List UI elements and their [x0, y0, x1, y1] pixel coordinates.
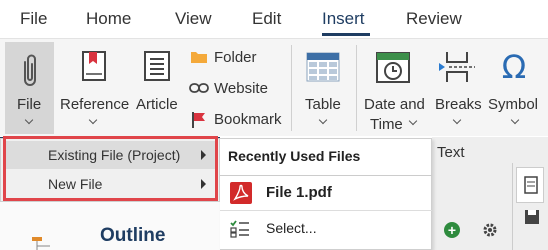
outline-title: Outline — [100, 225, 166, 246]
website-label: Website — [214, 80, 268, 97]
menu-view[interactable]: View — [175, 9, 212, 29]
recent-files-title: Recently Used Files — [228, 148, 361, 164]
article-button[interactable]: Article — [132, 42, 182, 134]
side-panel-button[interactable] — [516, 167, 544, 203]
book-bookmark-icon — [82, 51, 106, 81]
website-button[interactable]: Website — [186, 76, 286, 102]
active-tab-underline — [322, 33, 370, 36]
file-label: File — [17, 96, 42, 113]
paperclip-icon — [24, 54, 36, 86]
reference-label: Reference — [60, 96, 130, 113]
menu-bar: File Home View Edit Insert Review — [0, 0, 548, 38]
reference-button[interactable]: Reference — [58, 42, 130, 134]
link-icon — [189, 83, 209, 93]
file-button[interactable]: File — [5, 42, 54, 134]
select-label: Select... — [266, 220, 317, 236]
folder-label: Folder — [214, 49, 257, 66]
article-label: Article — [136, 96, 178, 113]
recent-file-name: File 1.pdf — [266, 184, 332, 201]
divider — [512, 163, 513, 250]
ribbon: File Reference Article Folder Website Bo… — [0, 38, 548, 136]
ribbon-separator — [291, 45, 292, 131]
outline-tree-icon — [32, 237, 50, 250]
page-break-icon — [439, 52, 475, 82]
symbol-label: Symbol — [488, 96, 539, 113]
menu-file[interactable]: File — [20, 9, 47, 29]
chevron-down-icon — [88, 115, 98, 125]
chevron-down-icon — [318, 115, 328, 125]
table-button[interactable]: Table — [298, 42, 350, 134]
chevron-down-icon — [24, 115, 34, 125]
document-icon — [524, 176, 538, 194]
select-file-item[interactable]: Select... — [220, 211, 432, 247]
ribbon-separator — [356, 45, 357, 131]
bookmark-button[interactable]: Bookmark — [186, 107, 286, 133]
menu-home[interactable]: Home — [86, 9, 131, 29]
menu-insert[interactable]: Insert — [322, 9, 365, 29]
symbol-button[interactable]: Ω Symbol — [486, 42, 544, 134]
gear-icon[interactable] — [481, 221, 499, 239]
bookmark-flag-icon — [192, 112, 205, 128]
checklist-icon — [230, 220, 249, 238]
table-icon — [306, 52, 340, 82]
breaks-button[interactable]: Breaks — [432, 42, 484, 134]
save-icon[interactable] — [524, 209, 540, 225]
chevron-down-icon — [510, 115, 520, 125]
highlight-box — [3, 136, 218, 201]
chevron-down-icon — [408, 116, 418, 126]
omega-icon: Ω — [502, 50, 526, 82]
table-label: Table — [305, 96, 341, 113]
text-group-label: Text — [437, 144, 465, 161]
menu-edit[interactable]: Edit — [252, 9, 281, 29]
add-icon[interactable]: + — [444, 222, 460, 238]
breaks-label: Breaks — [435, 96, 482, 113]
pdf-icon — [230, 182, 252, 204]
folder-button[interactable]: Folder — [186, 45, 286, 71]
time-label: Time — [370, 116, 403, 133]
menu-review[interactable]: Review — [406, 9, 462, 29]
date-and-label: Date and — [364, 96, 425, 113]
chevron-down-icon — [452, 115, 462, 125]
article-icon — [144, 51, 170, 81]
folder-icon — [191, 52, 207, 63]
recent-file-item[interactable]: File 1.pdf — [220, 176, 432, 210]
date-time-button[interactable]: Date and Time — [360, 42, 428, 134]
svg-text:Ω: Ω — [502, 50, 526, 82]
bookmark-label: Bookmark — [214, 111, 282, 128]
recent-files-panel: Recently Used Files File 1.pdf Select... — [220, 138, 432, 250]
calendar-clock-icon — [376, 52, 410, 83]
